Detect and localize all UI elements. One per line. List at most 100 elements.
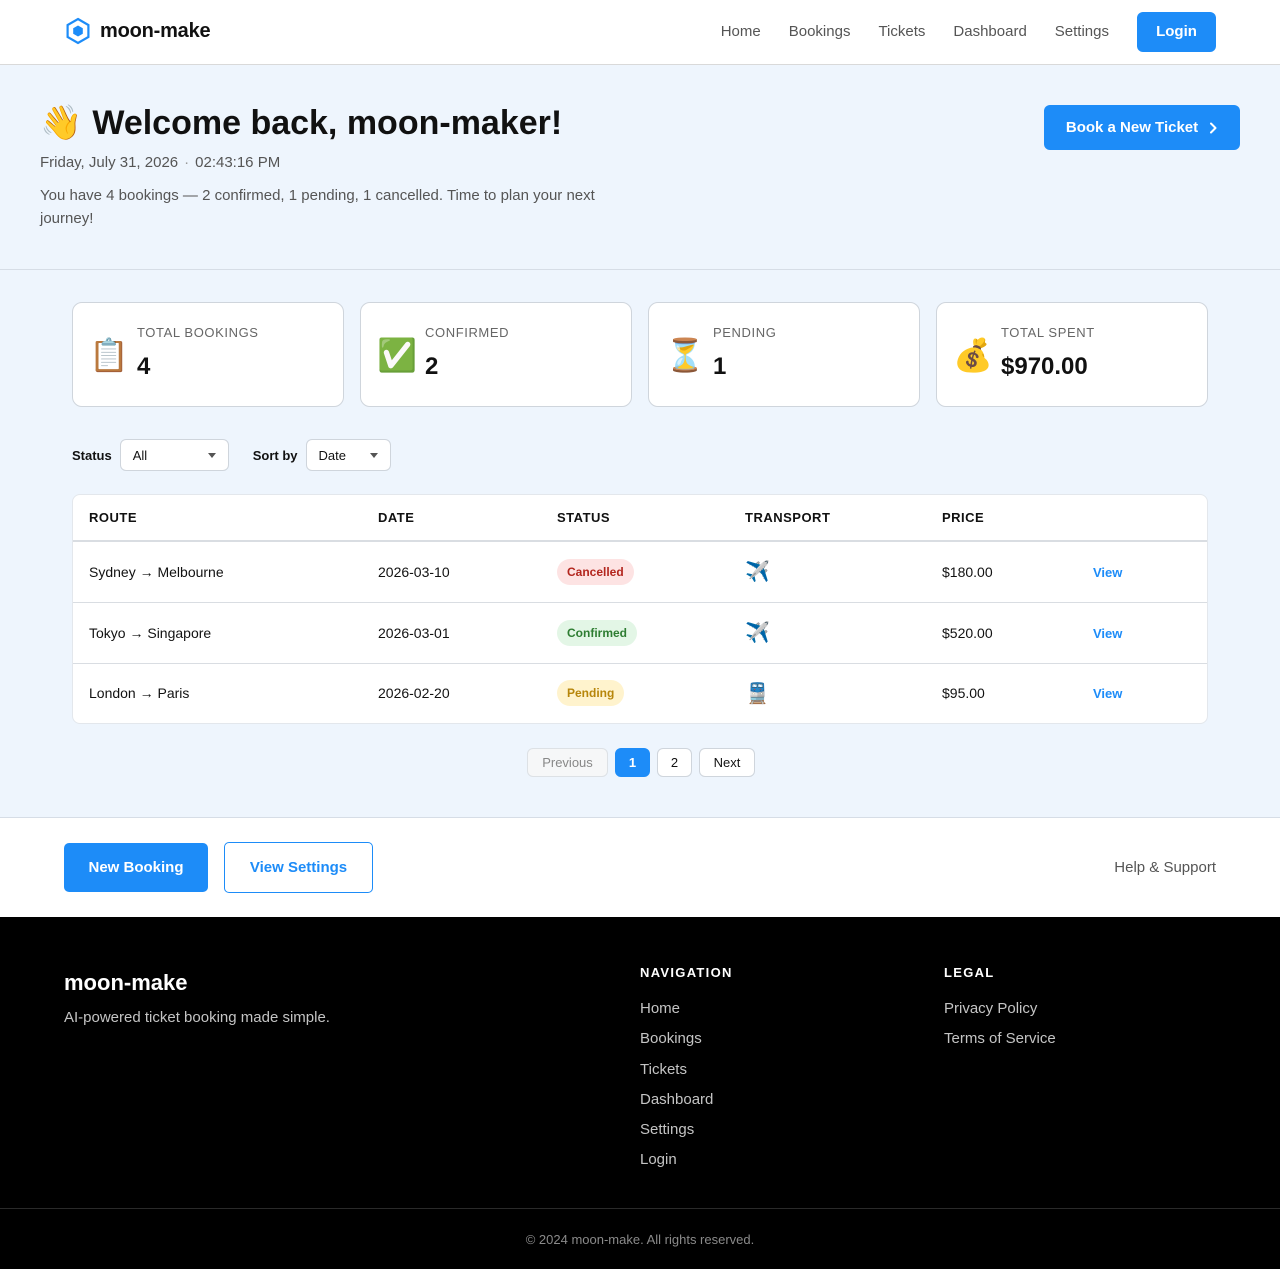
view-booking-link[interactable]: View (1093, 626, 1122, 641)
footer-legal-heading: LEGAL (944, 965, 995, 980)
transport-cell: ✈️ (729, 541, 926, 603)
sort-by-select[interactable]: Date (305, 439, 391, 471)
hourglass-icon: ⏳ (665, 337, 705, 373)
table-row: Tokyo → Singapore 2026-03-01 Confirmed ✈… (73, 602, 1207, 664)
chevron-right-icon (1210, 122, 1217, 133)
site-footer: moon-make AI-powered ticket booking made… (0, 917, 1280, 1269)
route-cell: Tokyo → Singapore (73, 602, 362, 664)
action-bar: New Booking View Settings Help & Support (0, 818, 1280, 917)
waving-hand-icon: 👋 (40, 104, 83, 142)
column-header-transport: TRANSPORT (729, 495, 926, 542)
date-time: Friday, July 31, 2026 · 02:43:16 PM (40, 154, 280, 171)
bookings-table: ROUTE DATE STATUS TRANSPORT PRICE Sydney… (72, 494, 1208, 724)
transport-cell: ✈️ (729, 602, 926, 664)
login-button[interactable]: Login (1137, 12, 1216, 52)
top-navbar: moon-make Home Bookings Tickets Dashboar… (0, 0, 1280, 65)
nav-dashboard[interactable]: Dashboard (953, 12, 1026, 52)
money-bag-icon: 💰 (953, 337, 993, 373)
check-mark-icon: ✅ (377, 337, 417, 373)
footer-link-home[interactable]: Home (640, 1000, 733, 1018)
date-cell: 2026-02-20 (378, 685, 450, 702)
action-cell: View (1077, 602, 1207, 664)
stat-card-confirmed: ✅ CONFIRMED 2 (360, 302, 632, 407)
pagination: Previous 1 2 Next (527, 748, 755, 777)
current-time: 02:43:16 PM (195, 154, 281, 171)
stat-value: 1 (713, 353, 727, 380)
clipboard-icon: 📋 (89, 337, 129, 373)
table-header-row: ROUTE DATE STATUS TRANSPORT PRICE (73, 495, 1207, 542)
airplane-icon: ✈️ (745, 622, 770, 644)
caret-down-icon (369, 452, 378, 458)
table-row: Sydney → Melbourne 2026-03-10 Cancelled … (73, 541, 1207, 603)
status-filter-select[interactable]: All (119, 439, 229, 471)
action-cell: View (1077, 663, 1207, 723)
price-cell: $95.00 (942, 685, 985, 702)
view-settings-button[interactable]: View Settings (224, 842, 373, 893)
status-badge: Cancelled (557, 558, 634, 585)
footer-brand: moon-make (64, 970, 188, 995)
status-filter-label: Status (72, 447, 112, 463)
column-header-price: PRICE (926, 495, 1077, 542)
train-icon: 🚆 (745, 682, 770, 705)
footer-link-dashboard[interactable]: Dashboard (640, 1091, 733, 1109)
view-booking-link[interactable]: View (1093, 686, 1122, 701)
stat-value: 2 (425, 353, 439, 380)
status-badge: Pending (557, 680, 625, 707)
page-title: 👋 Welcome back, moon-maker! (40, 103, 562, 143)
bookings-section: 📋 TOTAL BOOKINGS 4 ✅ CONFIRMED 2 ⏳ PENDI… (0, 270, 1280, 818)
date-cell: 2026-03-01 (362, 602, 541, 664)
stat-label: CONFIRMED (425, 325, 510, 340)
column-header-status: STATUS (541, 495, 729, 542)
booking-summary: You have 4 bookings — 2 confirmed, 1 pen… (40, 187, 595, 227)
welcome-hero: 👋 Welcome back, moon-maker! Friday, July… (0, 65, 1280, 270)
brand-link[interactable]: moon-make (64, 17, 211, 45)
date-cell: 2026-03-10 (362, 541, 541, 603)
nav-home[interactable]: Home (721, 12, 761, 52)
stats-row: 📋 TOTAL BOOKINGS 4 ✅ CONFIRMED 2 ⏳ PENDI… (72, 302, 1208, 407)
view-booking-link[interactable]: View (1093, 565, 1122, 580)
footer-navigation-heading: NAVIGATION (640, 965, 733, 980)
current-date: Friday, July 31, 2026 (40, 154, 179, 171)
table-row: London → Paris 2026-02-20 Pending 🚆 $95.… (73, 663, 1207, 723)
nav-bookings[interactable]: Bookings (789, 12, 851, 52)
footer-link-terms[interactable]: Terms of Service (944, 1030, 1056, 1048)
sort-by-value: Date (318, 447, 346, 463)
footer-link-privacy[interactable]: Privacy Policy (944, 1000, 1056, 1018)
column-header-actions (1077, 495, 1207, 542)
previous-page-button[interactable]: Previous (527, 748, 608, 777)
book-new-ticket-label: Book a New Ticket (1065, 119, 1199, 136)
nav-settings[interactable]: Settings (1055, 12, 1109, 52)
page-2-button[interactable]: 2 (657, 748, 692, 777)
filter-bar: Status All Sort by Date (72, 439, 391, 471)
page-1-button[interactable]: 1 (615, 748, 650, 777)
footer-tagline: AI-powered ticket booking made simple. (64, 1009, 330, 1026)
footer-link-login[interactable]: Login (640, 1151, 733, 1169)
column-header-route: ROUTE (73, 495, 362, 542)
footer-link-tickets[interactable]: Tickets (640, 1061, 733, 1079)
stat-value: 4 (137, 353, 151, 380)
footer-legal: LEGAL Privacy Policy Terms of Service (944, 965, 1056, 1061)
stat-card-total-spent: 💰 TOTAL SPENT $970.00 (936, 302, 1208, 407)
footer-navigation: NAVIGATION Home Bookings Tickets Dashboa… (640, 965, 733, 1182)
nav-tickets[interactable]: Tickets (878, 12, 925, 52)
column-header-date: DATE (362, 495, 541, 542)
meta-separator: · (184, 154, 190, 171)
action-cell: View (1077, 541, 1207, 603)
footer-link-bookings[interactable]: Bookings (640, 1030, 733, 1048)
stat-label: PENDING (713, 325, 777, 340)
stat-label: TOTAL SPENT (1001, 325, 1095, 340)
route-cell: London → Paris (89, 685, 190, 702)
status-cell: Cancelled (541, 541, 729, 603)
next-page-button[interactable]: Next (699, 748, 755, 777)
book-new-ticket-button[interactable]: Book a New Ticket (1044, 105, 1240, 150)
copyright: © 2024 moon-make. All rights reserved. (525, 1232, 755, 1247)
welcome-heading: Welcome back, moon-maker! (92, 103, 563, 142)
stat-card-pending: ⏳ PENDING 1 (648, 302, 920, 407)
help-support-link[interactable]: Help & Support (1114, 859, 1216, 876)
status-cell: Confirmed (541, 602, 729, 664)
caret-down-icon (207, 452, 216, 458)
price-cell: $180.00 (926, 541, 1077, 603)
new-booking-button[interactable]: New Booking (64, 843, 208, 892)
sort-by-label: Sort by (252, 447, 298, 463)
footer-link-settings[interactable]: Settings (640, 1121, 733, 1139)
